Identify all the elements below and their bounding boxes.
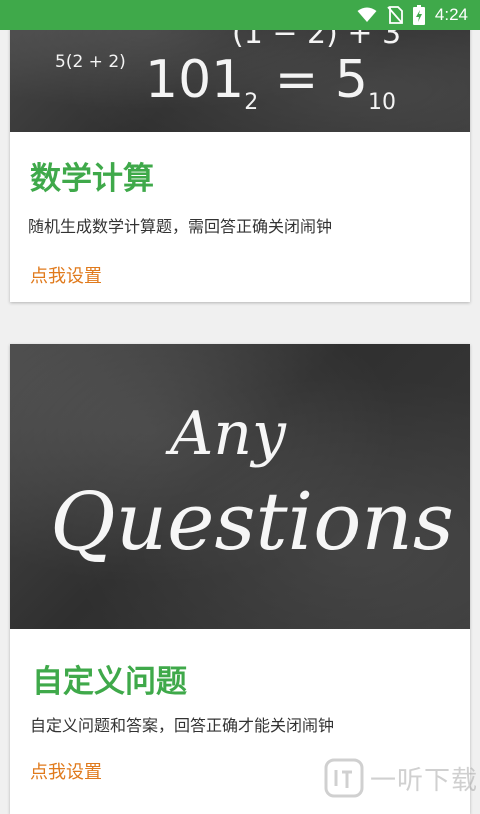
questions-chalkboard-image: Any Questions (10, 344, 470, 629)
chalk-equation-small: 5(2 + 2) (55, 52, 126, 72)
wifi-icon (357, 7, 377, 23)
status-time: 4:24 (434, 5, 468, 24)
card-title: 数学计算 (30, 161, 154, 197)
card-description: 自定义问题和答案，回答正确才能关闭闹钟 (30, 716, 335, 735)
custom-question-card[interactable]: Any Questions 自定义问题 自定义问题和答案，回答正确才能关闭闹钟 … (10, 344, 470, 814)
watermark: 一听下载 (324, 758, 478, 798)
no-sim-icon (387, 6, 403, 24)
chalk-word-any: Any (165, 399, 287, 469)
chalk-word-questions: Questions (50, 475, 454, 568)
card-title: 自定义问题 (32, 664, 187, 700)
battery-charging-icon (412, 5, 425, 25)
card-description: 随机生成数学计算题，需回答正确关闭闹钟 (28, 217, 333, 236)
settings-link[interactable]: 点我设置 (30, 758, 102, 784)
watermark-text: 一听下载 (369, 765, 478, 796)
math-calculation-card[interactable]: 5(2 + 2) (1 − 2) + 3 1012 = 510 数学计算 随机生… (10, 0, 470, 302)
chalk-handwriting: Any Questions (50, 399, 454, 568)
settings-link[interactable]: 点我设置 (30, 262, 102, 288)
chalk-equation-main: 1012 = 510 (145, 50, 396, 116)
status-bar: 4:24 (0, 0, 480, 30)
watermark-logo-icon (324, 758, 364, 798)
